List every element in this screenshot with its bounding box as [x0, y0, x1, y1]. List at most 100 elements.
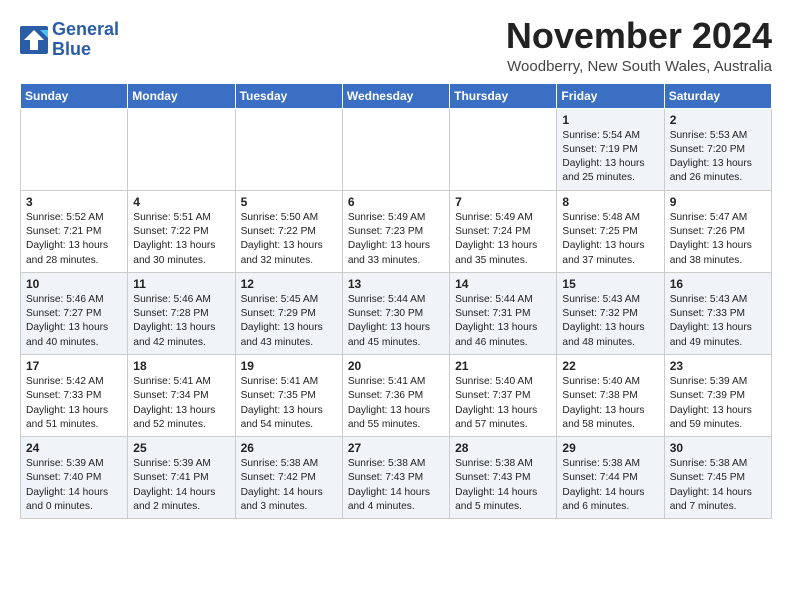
col-header-wednesday: Wednesday	[342, 83, 449, 108]
day-number: 24	[26, 441, 122, 455]
calendar-week-5: 24 Sunrise: 5:39 AM Sunset: 7:40 PM Dayli…	[21, 437, 772, 519]
calendar-cell: 26Sunrise: 5:38 AM Sunset: 7:42 PM Dayli…	[235, 437, 342, 519]
calendar-week-3: 10Sunrise: 5:46 AM Sunset: 7:27 PM Dayli…	[21, 272, 772, 354]
day-info: Sunrise: 5:42 AM Sunset: 7:33 PM Dayligh…	[26, 375, 122, 432]
calendar-cell: 28 Sunrise: 5:38 AM Sunset: 7:43 PM Dayli…	[450, 437, 557, 519]
day-number: 23	[670, 359, 766, 373]
logo-icon	[20, 26, 48, 54]
calendar-cell: 23 Sunrise: 5:39 AM Sunset: 7:39 PM Dayli…	[664, 354, 771, 436]
day-info: Sunrise: 5:50 AM Sunset: 7:22 PM Dayligh…	[241, 211, 337, 268]
day-info: Sunrise: 5:45 AM Sunset: 7:29 PM Dayligh…	[241, 293, 337, 350]
day-number: 5	[241, 195, 337, 209]
day-number: 13	[348, 277, 444, 291]
day-number: 20	[348, 359, 444, 373]
calendar-cell: 16Sunrise: 5:43 AM Sunset: 7:33 PM Dayli…	[664, 272, 771, 354]
day-info: Sunrise: 5:40 AM Sunset: 7:38 PM Dayligh…	[562, 375, 658, 432]
day-info: Sunrise: 5:39 AM Sunset: 7:41 PM Dayligh…	[133, 457, 229, 514]
calendar-cell: 2 Sunrise: 5:53 AM Sunset: 7:20 PM Daylig…	[664, 108, 771, 190]
month-title: November 2024	[506, 16, 772, 56]
calendar-cell: 30 Sunrise: 5:38 AM Sunset: 7:45 PM Dayli…	[664, 437, 771, 519]
day-info: Sunrise: 5:39 AM Sunset: 7:39 PM Dayligh…	[670, 375, 766, 432]
calendar-cell	[450, 108, 557, 190]
day-info: Sunrise: 5:44 AM Sunset: 7:31 PM Dayligh…	[455, 293, 551, 350]
calendar-cell: 7Sunrise: 5:49 AM Sunset: 7:24 PM Daylig…	[450, 190, 557, 272]
logo-line2: Blue	[52, 40, 119, 60]
logo-line1: General	[52, 20, 119, 40]
day-info: Sunrise: 5:49 AM Sunset: 7:23 PM Dayligh…	[348, 211, 444, 268]
calendar-week-4: 17 Sunrise: 5:42 AM Sunset: 7:33 PM Dayli…	[21, 354, 772, 436]
day-number: 11	[133, 277, 229, 291]
day-number: 28	[455, 441, 551, 455]
day-number: 9	[670, 195, 766, 209]
calendar-cell: 18Sunrise: 5:41 AM Sunset: 7:34 PM Dayli…	[128, 354, 235, 436]
day-number: 7	[455, 195, 551, 209]
calendar-cell: 9 Sunrise: 5:47 AM Sunset: 7:26 PM Daylig…	[664, 190, 771, 272]
calendar-cell: 6 Sunrise: 5:49 AM Sunset: 7:23 PM Daylig…	[342, 190, 449, 272]
day-info: Sunrise: 5:38 AM Sunset: 7:45 PM Dayligh…	[670, 457, 766, 514]
calendar-cell: 8Sunrise: 5:48 AM Sunset: 7:25 PM Daylig…	[557, 190, 664, 272]
day-info: Sunrise: 5:40 AM Sunset: 7:37 PM Dayligh…	[455, 375, 551, 432]
day-number: 19	[241, 359, 337, 373]
col-header-saturday: Saturday	[664, 83, 771, 108]
day-number: 15	[562, 277, 658, 291]
calendar-cell	[21, 108, 128, 190]
day-number: 17	[26, 359, 122, 373]
col-header-thursday: Thursday	[450, 83, 557, 108]
day-number: 6	[348, 195, 444, 209]
day-info: Sunrise: 5:43 AM Sunset: 7:33 PM Dayligh…	[670, 293, 766, 350]
column-headers: SundayMondayTuesdayWednesdayThursdayFrid…	[21, 83, 772, 108]
day-number: 26	[241, 441, 337, 455]
day-number: 2	[670, 113, 766, 127]
day-number: 14	[455, 277, 551, 291]
day-info: Sunrise: 5:39 AM Sunset: 7:40 PM Dayligh…	[26, 457, 122, 514]
day-number: 8	[562, 195, 658, 209]
col-header-tuesday: Tuesday	[235, 83, 342, 108]
day-number: 25	[133, 441, 229, 455]
calendar-cell: 19 Sunrise: 5:41 AM Sunset: 7:35 PM Dayli…	[235, 354, 342, 436]
day-number: 30	[670, 441, 766, 455]
calendar-cell: 11 Sunrise: 5:46 AM Sunset: 7:28 PM Dayli…	[128, 272, 235, 354]
col-header-friday: Friday	[557, 83, 664, 108]
day-info: Sunrise: 5:43 AM Sunset: 7:32 PM Dayligh…	[562, 293, 658, 350]
logo: General Blue	[20, 20, 119, 60]
calendar-cell: 15 Sunrise: 5:43 AM Sunset: 7:32 PM Dayli…	[557, 272, 664, 354]
day-info: Sunrise: 5:44 AM Sunset: 7:30 PM Dayligh…	[348, 293, 444, 350]
calendar-cell	[342, 108, 449, 190]
day-number: 18	[133, 359, 229, 373]
calendar-cell: 20Sunrise: 5:41 AM Sunset: 7:36 PM Dayli…	[342, 354, 449, 436]
day-number: 12	[241, 277, 337, 291]
location-title: Woodberry, New South Wales, Australia	[506, 58, 772, 75]
day-info: Sunrise: 5:38 AM Sunset: 7:44 PM Dayligh…	[562, 457, 658, 514]
day-number: 3	[26, 195, 122, 209]
day-info: Sunrise: 5:46 AM Sunset: 7:28 PM Dayligh…	[133, 293, 229, 350]
day-info: Sunrise: 5:53 AM Sunset: 7:20 PM Dayligh…	[670, 129, 766, 186]
calendar-cell: 27Sunrise: 5:38 AM Sunset: 7:43 PM Dayli…	[342, 437, 449, 519]
day-number: 21	[455, 359, 551, 373]
col-header-sunday: Sunday	[21, 83, 128, 108]
day-number: 22	[562, 359, 658, 373]
day-number: 4	[133, 195, 229, 209]
title-area: November 2024 Woodberry, New South Wales…	[506, 16, 772, 75]
calendar-cell	[235, 108, 342, 190]
day-number: 10	[26, 277, 122, 291]
day-info: Sunrise: 5:52 AM Sunset: 7:21 PM Dayligh…	[26, 211, 122, 268]
calendar-cell: 10Sunrise: 5:46 AM Sunset: 7:27 PM Dayli…	[21, 272, 128, 354]
calendar-cell: 17 Sunrise: 5:42 AM Sunset: 7:33 PM Dayli…	[21, 354, 128, 436]
day-info: Sunrise: 5:47 AM Sunset: 7:26 PM Dayligh…	[670, 211, 766, 268]
calendar-cell: 29Sunrise: 5:38 AM Sunset: 7:44 PM Dayli…	[557, 437, 664, 519]
calendar-cell: 25 Sunrise: 5:39 AM Sunset: 7:41 PM Dayli…	[128, 437, 235, 519]
day-info: Sunrise: 5:38 AM Sunset: 7:43 PM Dayligh…	[348, 457, 444, 514]
calendar-table: SundayMondayTuesdayWednesdayThursdayFrid…	[20, 83, 772, 520]
calendar-cell: 13 Sunrise: 5:44 AM Sunset: 7:30 PM Dayli…	[342, 272, 449, 354]
calendar-body: 1Sunrise: 5:54 AM Sunset: 7:19 PM Daylig…	[21, 108, 772, 519]
day-info: Sunrise: 5:38 AM Sunset: 7:43 PM Dayligh…	[455, 457, 551, 514]
day-info: Sunrise: 5:54 AM Sunset: 7:19 PM Dayligh…	[562, 129, 658, 186]
day-info: Sunrise: 5:51 AM Sunset: 7:22 PM Dayligh…	[133, 211, 229, 268]
calendar-cell: 12 Sunrise: 5:45 AM Sunset: 7:29 PM Dayli…	[235, 272, 342, 354]
calendar-cell: 5 Sunrise: 5:50 AM Sunset: 7:22 PM Daylig…	[235, 190, 342, 272]
calendar-cell: 1Sunrise: 5:54 AM Sunset: 7:19 PM Daylig…	[557, 108, 664, 190]
day-info: Sunrise: 5:41 AM Sunset: 7:35 PM Dayligh…	[241, 375, 337, 432]
calendar-week-2: 3 Sunrise: 5:52 AM Sunset: 7:21 PM Daylig…	[21, 190, 772, 272]
col-header-monday: Monday	[128, 83, 235, 108]
calendar-cell	[128, 108, 235, 190]
